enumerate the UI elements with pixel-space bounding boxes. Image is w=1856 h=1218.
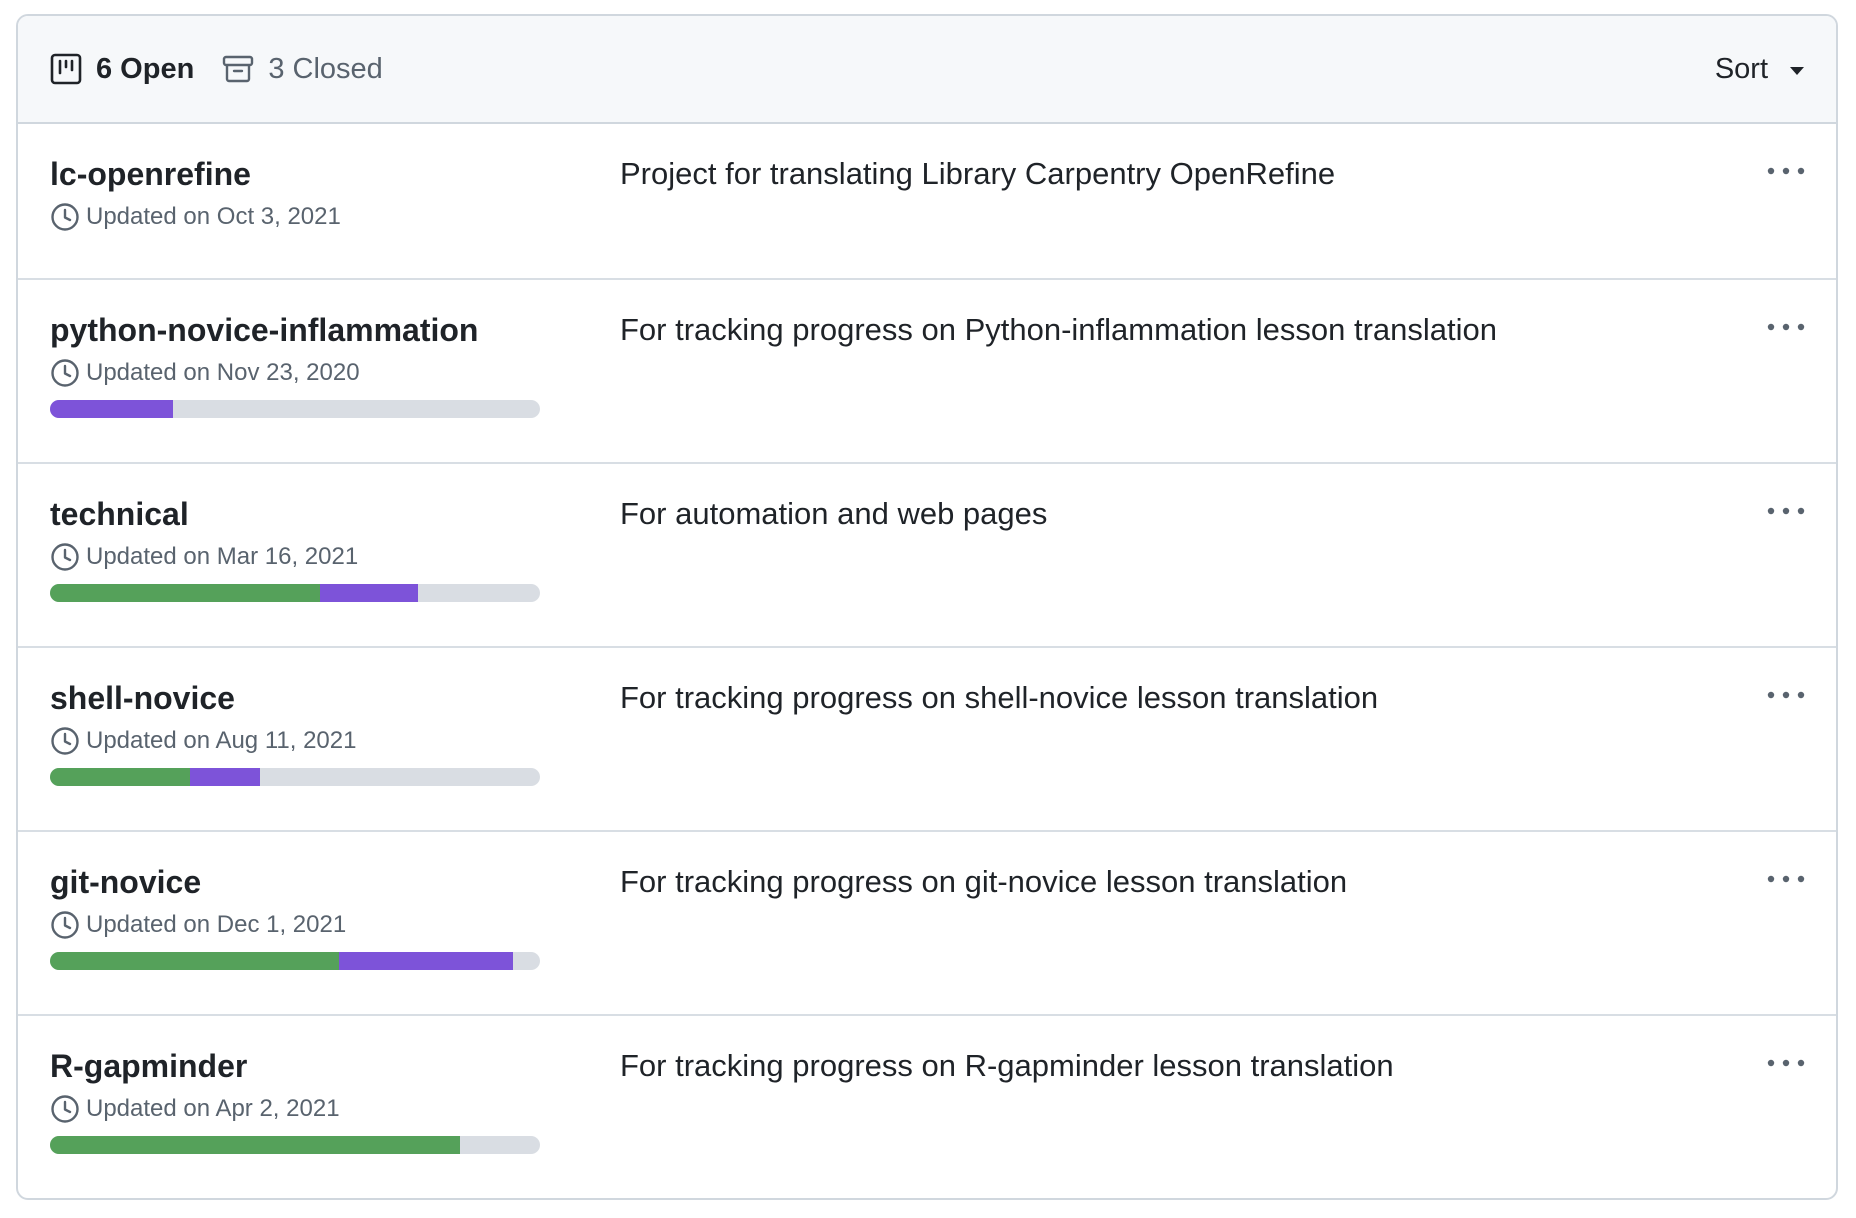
updated-date: Updated on Oct 3, 2021 — [86, 203, 341, 230]
project-description: For tracking progress on git-novice less… — [620, 864, 1348, 899]
more-options-icon[interactable] — [1766, 688, 1806, 702]
project-info: git-novice Updated on Dec 1, 2021 — [50, 862, 540, 970]
more-options-icon[interactable] — [1766, 320, 1806, 334]
project-info: lc-openrefine Updated on Oct 3, 2021 — [50, 154, 540, 232]
project-info: R-gapminder Updated on Apr 2, 2021 — [50, 1046, 540, 1154]
project-description: Project for translating Library Carpentr… — [620, 156, 1336, 191]
progress-bar — [50, 400, 540, 418]
progress-in-progress-segment — [319, 584, 418, 602]
clock-icon — [51, 727, 79, 755]
project-info: shell-novice Updated on Aug 11, 2021 — [50, 678, 540, 786]
project-description: For tracking progress on Python-inflamma… — [620, 312, 1498, 347]
updated-info: Updated on Apr 2, 2021 — [50, 1094, 540, 1124]
clock-icon — [51, 1095, 79, 1123]
progress-bar — [50, 584, 540, 602]
progress-done-segment — [50, 768, 191, 786]
project-info: technical Updated on Mar 16, 2021 — [50, 494, 540, 602]
more-options-icon[interactable] — [1766, 872, 1806, 886]
closed-count-label: 3 Closed — [268, 52, 383, 85]
clock-icon — [51, 203, 79, 231]
progress-done-segment — [50, 1136, 460, 1154]
project-name-link[interactable]: R-gapminder — [50, 1046, 540, 1086]
project-row: technical Updated on Mar 16, 2021 For auto… — [18, 462, 1836, 646]
project-row: R-gapminder Updated on Apr 2, 2021 For tra… — [18, 1014, 1836, 1198]
projects-header: 6 Open 3 Closed Sort — [18, 16, 1836, 124]
project-rows: lc-openrefine Updated on Oct 3, 2021 Proje… — [18, 124, 1836, 1198]
updated-date: Updated on Dec 1, 2021 — [86, 911, 347, 938]
updated-info: Updated on Mar 16, 2021 — [50, 542, 540, 572]
project-description: For automation and web pages — [620, 496, 1048, 531]
clock-icon — [51, 359, 79, 387]
project-name-link[interactable]: technical — [50, 494, 540, 534]
updated-date: Updated on Apr 2, 2021 — [86, 1095, 340, 1122]
updated-info: Updated on Oct 3, 2021 — [50, 202, 540, 232]
updated-date: Updated on Aug 11, 2021 — [86, 727, 357, 754]
project-row: shell-novice Updated on Aug 11, 2021 For t… — [18, 646, 1836, 830]
updated-info: Updated on Aug 11, 2021 — [50, 726, 540, 756]
progress-in-progress-segment — [339, 952, 514, 970]
open-count-label: 6 Open — [96, 52, 195, 85]
progress-in-progress-segment — [190, 768, 261, 786]
updated-date: Updated on Nov 23, 2020 — [86, 359, 360, 386]
updated-info: Updated on Dec 1, 2021 — [50, 910, 540, 940]
progress-in-progress-segment — [50, 400, 173, 418]
caret-down-icon — [1790, 66, 1804, 75]
sort-label: Sort — [1714, 52, 1768, 85]
progress-bar — [50, 1136, 540, 1154]
project-description: For tracking progress on R-gapminder les… — [620, 1048, 1394, 1083]
open-projects-tab[interactable]: 6 Open — [50, 53, 194, 86]
closed-projects-tab[interactable]: 3 Closed — [222, 52, 383, 86]
archive-box-icon — [223, 55, 254, 83]
project-info: python-novice-inflammation Updated on Nov… — [50, 310, 540, 418]
project-row: git-novice Updated on Dec 1, 2021 For trac… — [18, 830, 1836, 1014]
progress-bar — [50, 768, 540, 786]
project-row: lc-openrefine Updated on Oct 3, 2021 Proje… — [18, 124, 1836, 278]
project-name-link[interactable]: git-novice — [50, 862, 540, 902]
project-name-link[interactable]: lc-openrefine — [50, 154, 540, 194]
more-options-icon[interactable] — [1766, 1056, 1806, 1070]
clock-icon — [51, 911, 79, 939]
updated-info: Updated on Nov 23, 2020 — [50, 358, 540, 388]
progress-done-segment — [50, 584, 320, 602]
updated-date: Updated on Mar 16, 2021 — [86, 543, 359, 570]
projects-list-box: 6 Open 3 Closed Sort lc-openrefine Update… — [16, 14, 1838, 1200]
project-row: python-novice-inflammation Updated on Nov… — [18, 278, 1836, 462]
project-board-icon — [50, 53, 82, 85]
more-options-icon[interactable] — [1766, 504, 1806, 518]
progress-bar — [50, 952, 540, 970]
project-description: For tracking progress on shell-novice le… — [620, 680, 1379, 715]
project-name-link[interactable]: shell-novice — [50, 678, 540, 718]
project-name-link[interactable]: python-novice-inflammation — [50, 310, 540, 350]
more-options-icon[interactable] — [1766, 164, 1806, 178]
progress-done-segment — [50, 952, 340, 970]
clock-icon — [51, 543, 79, 571]
sort-dropdown[interactable]: Sort — [1715, 53, 1804, 86]
